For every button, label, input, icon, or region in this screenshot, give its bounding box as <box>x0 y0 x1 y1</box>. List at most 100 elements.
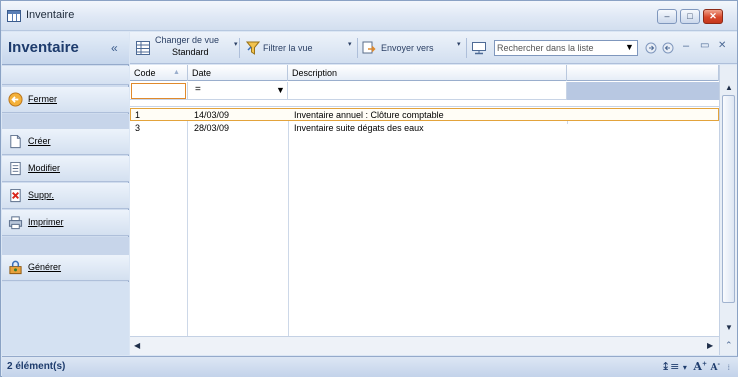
vertical-scrollbar[interactable]: ▲ ▼ ⌃ <box>719 65 737 355</box>
scroll-left-icon[interactable]: ◀ <box>134 341 140 350</box>
expand-icon[interactable]: ⌃ <box>725 340 733 351</box>
close-window-button[interactable]: ✕ <box>703 9 723 24</box>
generate-button[interactable]: Générer <box>2 255 129 281</box>
change-view-label: Changer de vue <box>155 35 220 45</box>
grid-view-icon <box>136 41 150 55</box>
toolbar-separator <box>357 38 358 58</box>
cell-description: Inventaire annuel : Clôture comptable <box>294 110 444 120</box>
action-pane-header: Inventaire « <box>2 32 129 65</box>
column-header-description[interactable]: Description <box>288 65 567 81</box>
status-tools: ↨≡ ▾ A+ A- ⁞ <box>661 360 730 373</box>
send-icon <box>362 41 376 54</box>
column-header-code-label: Code <box>134 68 156 78</box>
search-field[interactable]: ▼ <box>494 40 638 56</box>
cell-date: 28/03/09 <box>194 123 230 133</box>
grid-spacer <box>130 101 719 107</box>
resize-grip-icon[interactable]: ⁞ <box>727 363 730 372</box>
toolbar-separator <box>239 38 240 58</box>
minimize-button[interactable]: – <box>657 9 677 24</box>
filter-cell-empty <box>567 82 719 100</box>
create-button-label: Créer <box>28 136 51 146</box>
collapse-pane-icon[interactable]: « <box>111 41 118 55</box>
new-document-icon <box>10 134 21 149</box>
send-to-label: Envoyer vers <box>381 43 434 53</box>
table-icon <box>7 10 21 22</box>
delete-document-icon <box>10 188 21 203</box>
printer-icon <box>8 216 23 230</box>
pane-filler <box>2 282 129 325</box>
back-arrow-icon <box>8 92 23 107</box>
column-divider <box>288 108 289 336</box>
horizontal-scrollbar[interactable]: ◀ ▶ <box>130 336 719 355</box>
title-bar: Inventaire – □ ✕ <box>1 1 737 31</box>
print-button[interactable]: Imprimer <box>2 210 129 236</box>
scrollbar-thumb[interactable] <box>722 95 735 303</box>
close-panel-icon[interactable]: ✕ <box>718 40 726 51</box>
window-title: Inventaire <box>26 9 75 21</box>
chevron-down-icon: ▾ <box>348 41 352 48</box>
chevron-down-icon[interactable]: ▾ <box>683 363 687 372</box>
find-icon[interactable] <box>472 41 486 55</box>
print-button-label: Imprimer <box>28 217 64 227</box>
minimize-panel-icon[interactable]: – <box>683 40 689 52</box>
chevron-down-icon: ▾ <box>234 41 238 48</box>
pane-separator <box>2 237 129 255</box>
filter-date-select[interactable]: = ▼ <box>188 82 288 100</box>
action-pane: Inventaire « Fermer Créer Modifier Suppr… <box>2 32 129 355</box>
line-spacing-icon[interactable]: ↨≡ <box>661 360 679 373</box>
delete-button-label: Suppr. <box>28 190 55 200</box>
cell-code: 3 <box>135 123 141 133</box>
sort-ascending-icon: ▲ <box>173 69 180 76</box>
close-button-label: Fermer <box>28 94 57 104</box>
cell-date: 14/03/09 <box>194 110 230 120</box>
create-button[interactable]: Créer <box>2 129 129 155</box>
column-header-empty <box>567 65 719 81</box>
delete-button[interactable]: Suppr. <box>2 183 129 209</box>
maximize-button[interactable]: □ <box>680 9 700 24</box>
toolbar-separator <box>466 38 467 58</box>
filter-row: = ▼ <box>130 82 719 100</box>
close-button[interactable]: Fermer <box>2 87 129 113</box>
filter-view-button[interactable]: Filtrer la vue ▾ <box>244 32 354 64</box>
chevron-down-icon: ▾ <box>457 41 461 48</box>
generate-button-label: Générer <box>28 262 62 272</box>
font-smaller-icon[interactable]: A- <box>710 361 719 373</box>
chevron-down-icon: ▼ <box>276 85 285 95</box>
filter-operator: = <box>195 84 201 95</box>
current-view-label: Standard <box>172 47 209 57</box>
cell-code: 1 <box>135 110 141 120</box>
scroll-down-icon[interactable]: ▼ <box>725 323 733 332</box>
change-view-button[interactable]: Changer de vue Standard ▾ <box>134 32 238 64</box>
filter-code-input[interactable] <box>131 83 186 99</box>
scroll-right-icon[interactable]: ▶ <box>707 341 713 350</box>
filter-icon <box>246 41 260 55</box>
cell-description: Inventaire suite dégats des eaux <box>294 123 424 133</box>
restore-panel-icon[interactable]: ▭ <box>700 40 709 51</box>
table-row[interactable]: 1 14/03/09 Inventaire annuel : Clôture c… <box>130 108 719 121</box>
search-dropdown-arrow[interactable]: ▼ <box>625 42 634 52</box>
filter-cell-code <box>130 82 188 100</box>
column-header-code[interactable]: Code ▲ <box>130 65 188 81</box>
filter-view-label: Filtrer la vue <box>263 43 313 53</box>
table-row[interactable]: 3 28/03/09 Inventaire suite dégats des e… <box>130 122 719 135</box>
pane-band <box>2 66 129 85</box>
item-count: 2 élément(s) <box>7 361 66 372</box>
data-grid: Code ▲ Date Description ⌃ = ▼ 1 14/03/ <box>130 65 737 355</box>
column-divider <box>187 108 188 336</box>
app-window: Inventaire – □ ✕ Inventaire « Fermer Cré… <box>0 0 738 377</box>
filter-description-input[interactable] <box>288 82 567 100</box>
edit-document-icon <box>10 161 21 176</box>
pane-filler <box>2 325 129 355</box>
view-toolbar: Changer de vue Standard ▾ Filtrer la vue… <box>130 32 737 64</box>
status-bar: 2 élément(s) ↨≡ ▾ A+ A- ⁞ <box>2 356 738 377</box>
search-next-icon[interactable] <box>645 42 657 54</box>
search-input[interactable] <box>495 41 623 55</box>
modify-button[interactable]: Modifier <box>2 156 129 182</box>
column-header-date[interactable]: Date <box>188 65 288 81</box>
font-larger-icon[interactable]: A+ <box>693 360 707 373</box>
pane-separator <box>2 114 129 129</box>
send-to-button[interactable]: Envoyer vers ▾ <box>360 32 464 64</box>
scroll-up-icon[interactable]: ▲ <box>725 83 733 92</box>
action-pane-title: Inventaire <box>8 39 79 56</box>
search-previous-icon[interactable] <box>662 42 674 54</box>
